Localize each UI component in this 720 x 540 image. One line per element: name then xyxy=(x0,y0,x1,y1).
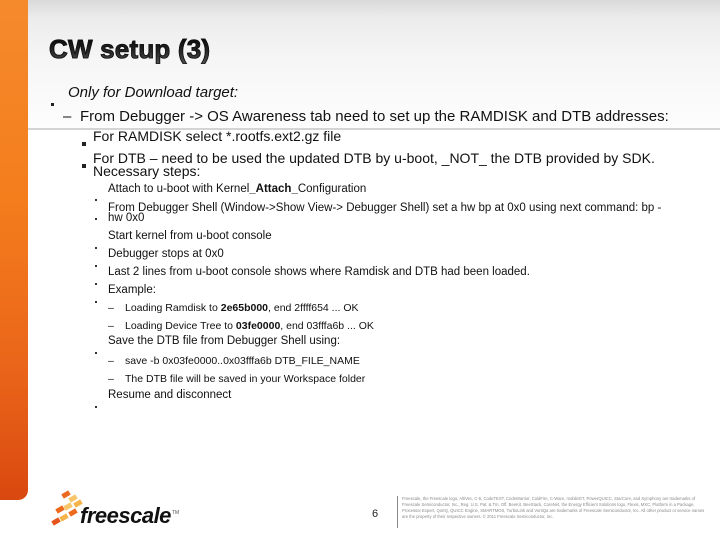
step-attach: Attach to u-boot with Kernel_Attach_Conf… xyxy=(108,183,367,196)
example-dtb-post: , end 03fffa6b ... OK xyxy=(280,320,374,332)
example-ramdisk-post: , end 2ffff654 ... OK xyxy=(268,302,359,314)
step-save-dtb: Save the DTB file from Debugger Shell us… xyxy=(108,335,341,347)
step-debugger-stops: Debugger stops at 0x0 xyxy=(108,248,224,260)
bullet-icon xyxy=(51,94,54,110)
step-example: Example: xyxy=(108,284,156,296)
bullet-icon xyxy=(95,342,97,358)
bullet-download-target: Only for Download target: xyxy=(68,84,239,101)
bullet-icon xyxy=(95,255,97,271)
example-ramdisk-pre: Loading Ramdisk to xyxy=(125,302,221,314)
dash-icon: – xyxy=(108,373,114,385)
side-accent-bar xyxy=(0,0,28,500)
footer-divider xyxy=(397,496,398,528)
bullet-icon xyxy=(82,156,86,172)
step-resume: Resume and disconnect xyxy=(108,389,232,401)
step-set-bp-line2: hw 0x0 xyxy=(108,212,145,224)
bullet-ramdisk: For RAMDISK select *.rootfs.ext2.gz file xyxy=(93,128,342,144)
step-set-bp-line1: From Debugger Shell (Window->Show View->… xyxy=(108,202,662,214)
dash-icon: – xyxy=(63,108,72,125)
dash-icon: – xyxy=(108,320,114,332)
bullet-icon xyxy=(95,291,97,307)
bullet-icon xyxy=(82,134,86,150)
step-start-kernel: Start kernel from u-boot console xyxy=(108,230,272,242)
dash-icon: – xyxy=(108,302,114,314)
step-attach-bold: _Attach_ xyxy=(249,183,298,195)
step-attach-pre: Attach to u-boot with Kernel xyxy=(108,183,250,195)
example-dtb-line: Loading Device Tree to 03fe0000, end 03f… xyxy=(125,321,374,332)
bullet-icon xyxy=(95,273,97,289)
bullet-dtb-line2: Necessary steps: xyxy=(93,163,201,179)
page-number: 6 xyxy=(372,508,379,520)
bullet-icon xyxy=(95,208,97,224)
bullet-icon xyxy=(95,189,97,205)
example-dtb-address: 03fe0000 xyxy=(235,320,281,332)
slide-title: CW setup (3) xyxy=(49,34,211,65)
bullet-icon xyxy=(95,396,97,412)
save-workspace-line: The DTB file will be saved in your Works… xyxy=(125,373,366,385)
freescale-logo-text: freescale xyxy=(80,503,171,528)
save-command-line: save -b 0x03fe0000..0x03fffa6b DTB_FILE_… xyxy=(125,355,360,367)
dash-icon: – xyxy=(108,355,114,367)
example-ramdisk-line: Loading Ramdisk to 2e65b000, end 2ffff65… xyxy=(125,303,359,314)
bullet-os-awareness: From Debugger -> OS Awareness tab need t… xyxy=(80,108,669,125)
example-ramdisk-address: 2e65b000 xyxy=(220,302,269,314)
bullet-icon xyxy=(95,237,97,253)
step-last-lines: Last 2 lines from u-boot console shows w… xyxy=(108,266,530,278)
example-dtb-pre: Loading Device Tree to xyxy=(125,320,236,332)
legal-disclaimer: Freescale, the Freescale logo, AltiVec, … xyxy=(402,496,705,519)
logo-trademark: TM xyxy=(172,510,180,516)
step-attach-post: Configuration xyxy=(297,183,367,195)
